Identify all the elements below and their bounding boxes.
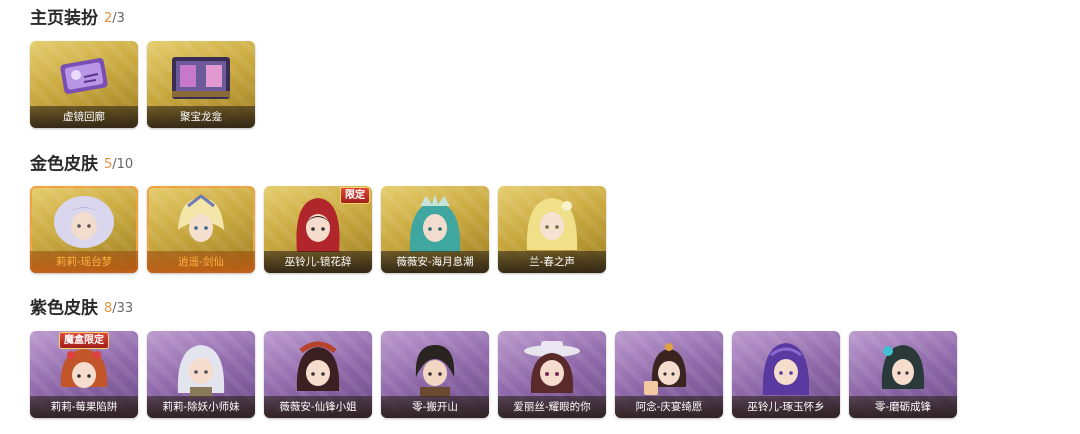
- character-portrait-icon: [524, 341, 580, 393]
- gold-skins-count-total: /10: [112, 156, 134, 172]
- home-decor-section-title: 主页装扮 2/3: [30, 6, 125, 30]
- purple-skins-count-total: /33: [112, 300, 134, 316]
- character-portrait-icon: [881, 345, 925, 389]
- home-decor-row: 虚镜回廊 聚宝龙龛: [30, 41, 255, 128]
- card-label: 阿念-庆宴绮愿: [615, 396, 723, 418]
- purple-skins-count: 8/33: [104, 301, 133, 316]
- card-label: 爱丽丝-耀眼的你: [498, 396, 606, 418]
- gold-skin-card[interactable]: 逍遥-剑仙: [147, 186, 255, 273]
- purple-skin-card[interactable]: 巫铃儿-琢玉怀乡: [732, 331, 840, 418]
- purple-skin-card[interactable]: 阿念-庆宴绮愿: [615, 331, 723, 418]
- character-portrait-icon: [296, 341, 340, 391]
- shrine-art-icon: [172, 57, 230, 99]
- purple-skin-card[interactable]: 莉莉-除妖小师妹: [147, 331, 255, 418]
- card-label: 莉莉-瑶台梦: [30, 251, 138, 273]
- home-decor-card[interactable]: 虚镜回廊: [30, 41, 138, 128]
- home-decor-title: 主页装扮: [30, 8, 98, 29]
- character-portrait-icon: [644, 343, 687, 395]
- card-label: 薇薇安-仙锋小姐: [264, 396, 372, 418]
- character-portrait-icon: [526, 198, 578, 250]
- card-label: 巫铃儿-镜花辞: [264, 251, 372, 273]
- ticket-art-icon: [60, 58, 108, 94]
- character-portrait-icon: [415, 345, 455, 397]
- character-portrait-icon: [762, 343, 810, 395]
- gold-skin-card[interactable]: 莉莉-瑶台梦: [30, 186, 138, 273]
- purple-skins-title: 紫色皮肤: [30, 298, 98, 319]
- purple-skin-card[interactable]: 魔盒限定 莉莉-莓果陷阱: [30, 331, 138, 418]
- card-label: 莉莉-莓果陷阱: [30, 396, 138, 418]
- gold-skins-section-title: 金色皮肤 5/10: [30, 152, 133, 176]
- character-portrait-icon: [177, 345, 225, 397]
- home-decor-card[interactable]: 聚宝龙龛: [147, 41, 255, 128]
- gold-skins-row: 莉莉-瑶台梦 逍遥-剑仙 限定 巫铃儿-镜花辞 薇薇安-海月息潮 兰-春之声: [30, 186, 606, 273]
- card-label: 兰-春之声: [498, 251, 606, 273]
- purple-skin-card[interactable]: 薇薇安-仙锋小姐: [264, 331, 372, 418]
- gold-skin-card[interactable]: 兰-春之声: [498, 186, 606, 273]
- gold-skin-card[interactable]: 薇薇安-海月息潮: [381, 186, 489, 273]
- card-label: 聚宝龙龛: [147, 106, 255, 128]
- character-portrait-icon: [409, 194, 461, 252]
- card-label: 逍遥-剑仙: [147, 251, 255, 273]
- gold-skins-count: 5/10: [104, 157, 133, 172]
- card-label: 薇薇安-海月息潮: [381, 251, 489, 273]
- purple-skin-card[interactable]: 零-搬开山: [381, 331, 489, 418]
- card-label: 零-磨砺成锋: [849, 396, 957, 418]
- limited-badge: 限定: [340, 187, 370, 204]
- purple-skin-card[interactable]: 爱丽丝-耀眼的你: [498, 331, 606, 418]
- purple-skins-row: 魔盒限定 莉莉-莓果陷阱 莉莉-除妖小师妹 薇薇安-仙锋小姐 零-搬开山 爱丽丝…: [30, 331, 957, 418]
- home-decor-count-total: /3: [112, 10, 125, 26]
- purple-skin-card[interactable]: 零-磨砺成锋: [849, 331, 957, 418]
- card-label: 巫铃儿-琢玉怀乡: [732, 396, 840, 418]
- gold-skins-title: 金色皮肤: [30, 154, 98, 175]
- card-label: 莉莉-除妖小师妹: [147, 396, 255, 418]
- card-label: 虚镜回廊: [30, 106, 138, 128]
- gold-skin-card[interactable]: 限定 巫铃儿-镜花辞: [264, 186, 372, 273]
- home-decor-count: 2/3: [104, 11, 125, 26]
- character-portrait-icon: [178, 194, 224, 242]
- character-portrait-icon: [54, 196, 114, 248]
- limited-badge: 魔盒限定: [59, 332, 109, 349]
- card-label: 零-搬开山: [381, 396, 489, 418]
- purple-skins-section-title: 紫色皮肤 8/33: [30, 296, 133, 320]
